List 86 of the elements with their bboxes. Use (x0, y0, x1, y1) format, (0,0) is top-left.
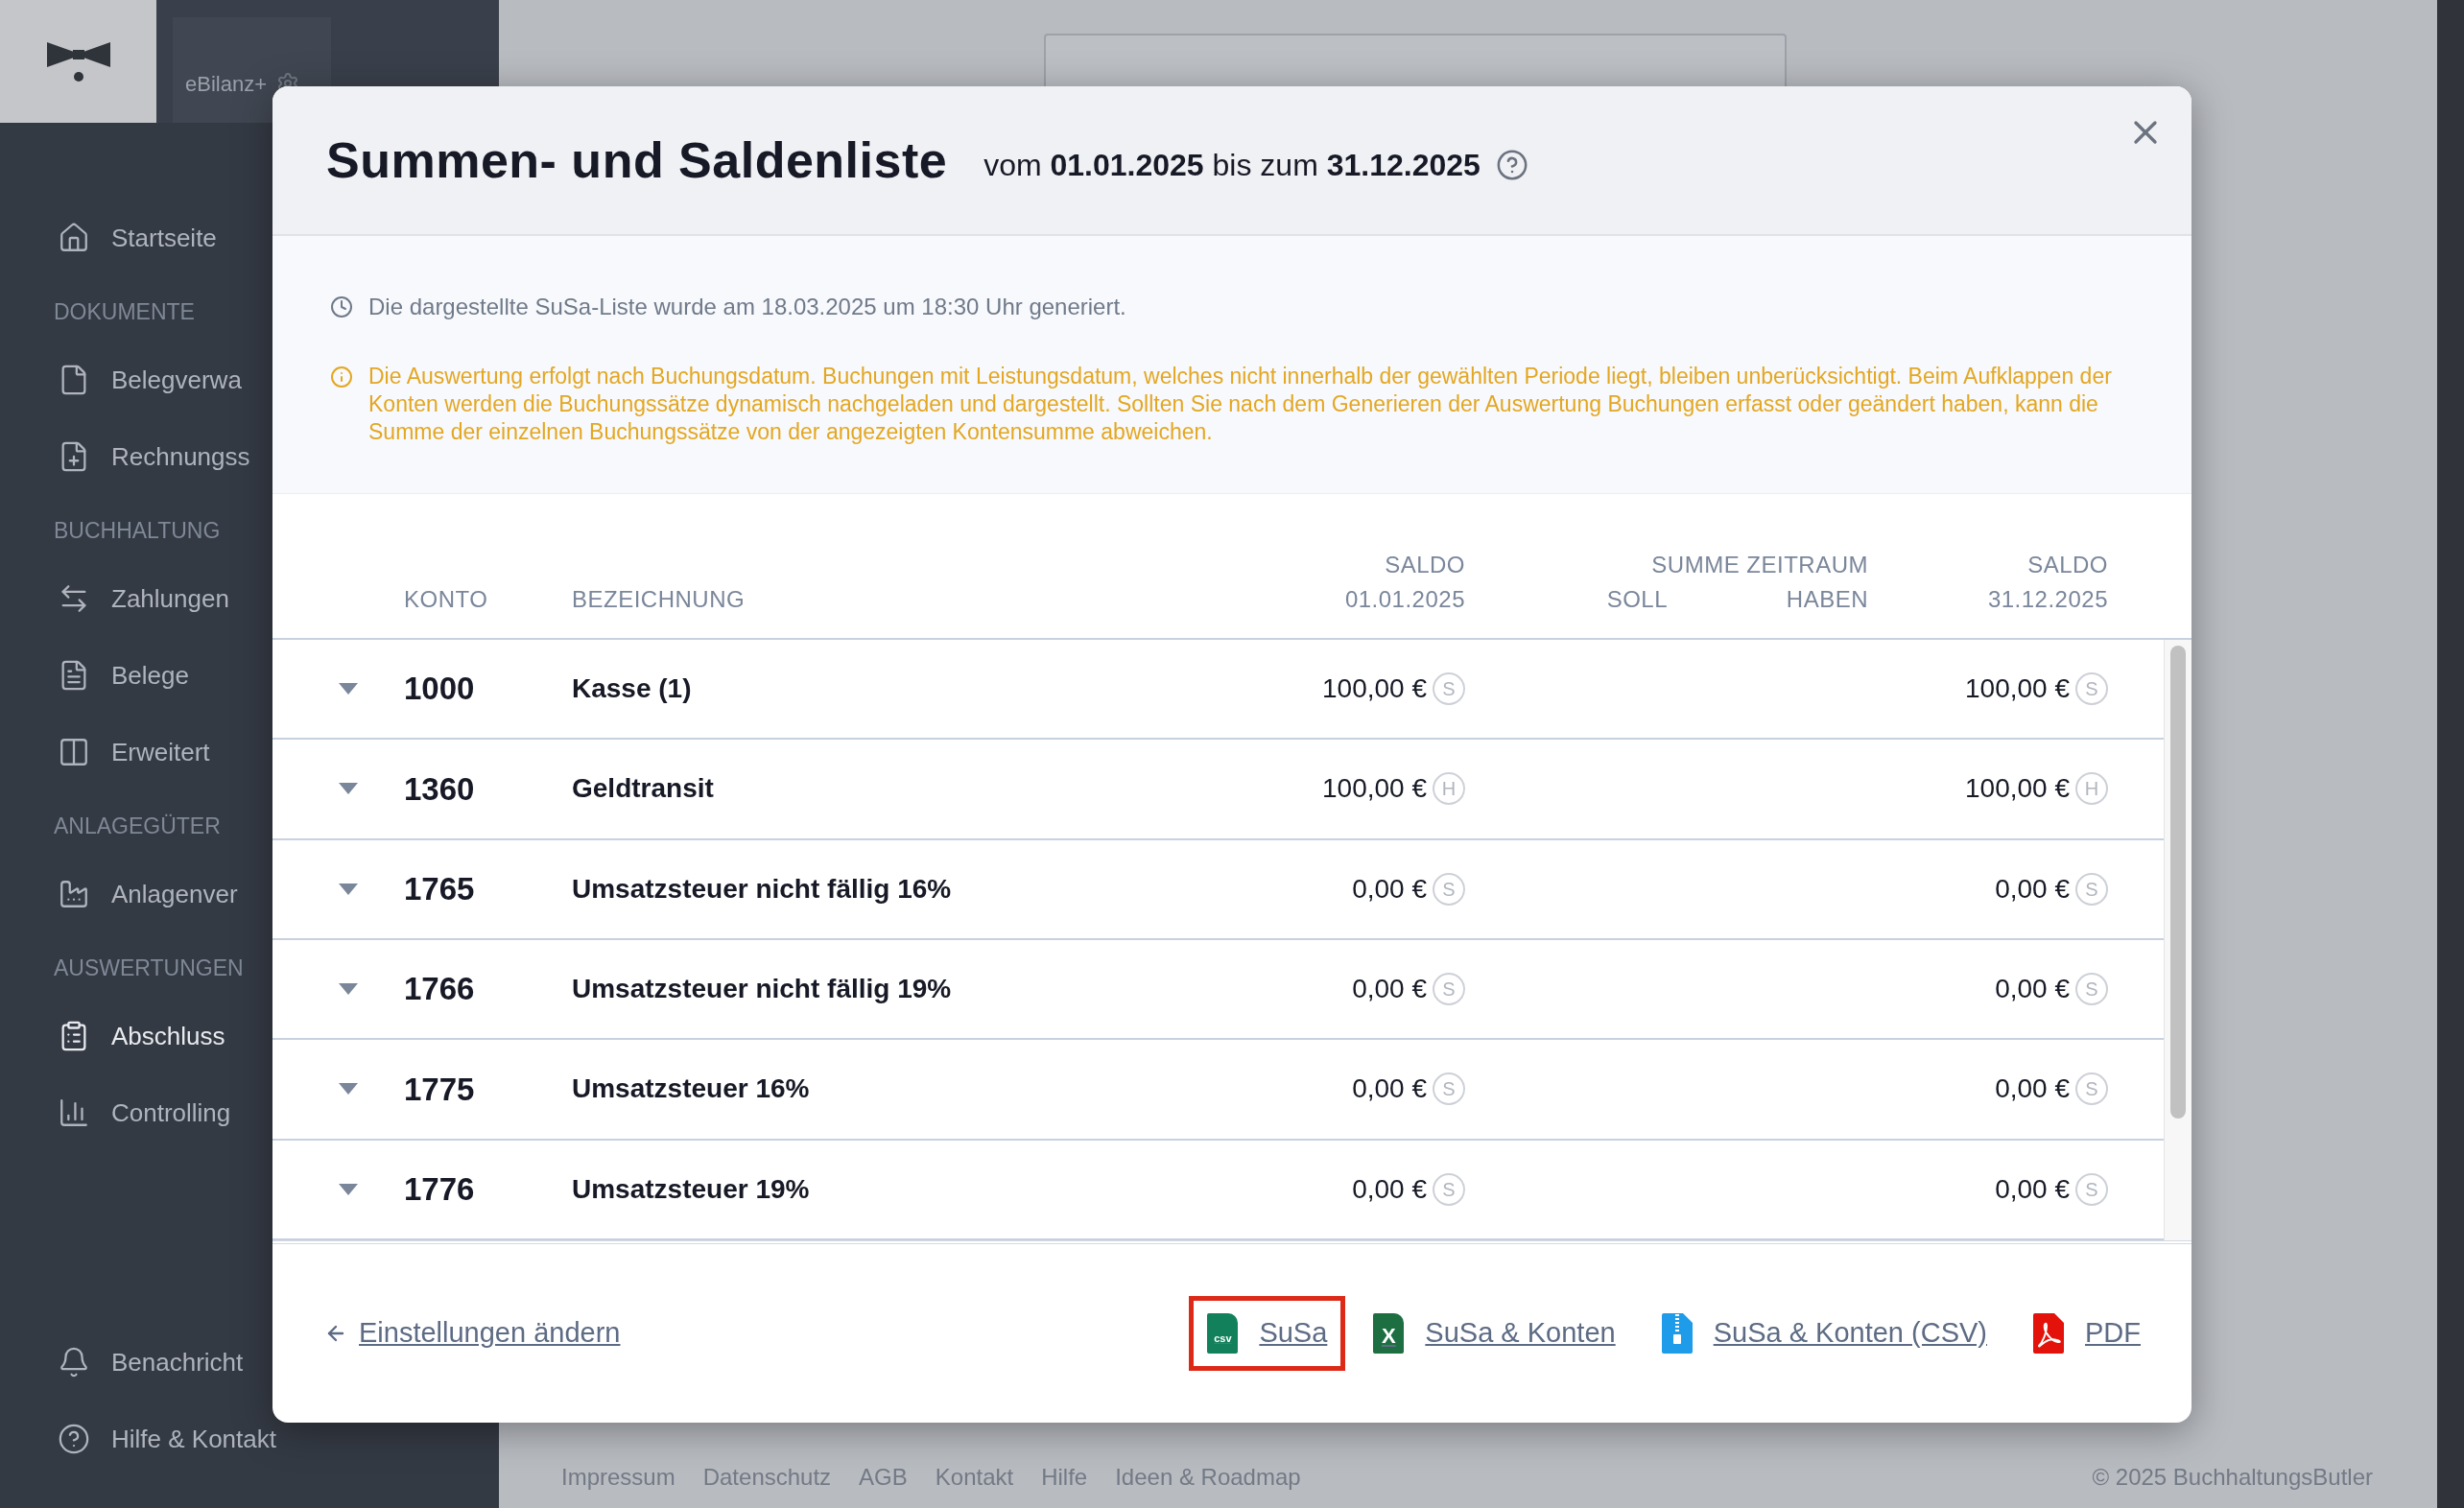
amount-text: 0,00 € (1352, 1072, 1427, 1106)
clock-icon (330, 295, 353, 318)
home-icon (58, 222, 90, 254)
balance-side-badge: S (1433, 1072, 1465, 1106)
account-number: 1776 (404, 1170, 476, 1210)
pdf-file-icon (2033, 1313, 2064, 1354)
info-icon (330, 365, 353, 389)
info-text: Die dargestellte SuSa-Liste wurde am 18.03.2025 um 18:30 Uhr generiert. (368, 293, 1126, 321)
amount-text: 100,00 € (1965, 672, 2070, 706)
balance-side-badge: S (2075, 973, 2108, 1006)
amount-text: 100,00 € (1322, 772, 1427, 806)
balance-side-badge: S (1433, 672, 1465, 706)
section-heading: DOKUMENTE (54, 297, 195, 326)
account-number: 1765 (404, 870, 476, 909)
sidebar-item[interactable]: Hilfe & Kontakt (0, 1401, 499, 1477)
section-heading: ANLAGEGÜTER (54, 812, 221, 840)
account-name: Umsatzsteuer nicht fällig 19% (572, 973, 953, 1006)
caret-icon[interactable] (339, 683, 358, 695)
balance-side-badge: S (1433, 872, 1465, 906)
balance-side-badge: S (1433, 1172, 1465, 1206)
factory-icon (58, 878, 90, 910)
table-row[interactable]: 1000 Kasse (1) 100,00 € S 100,00 € S (272, 640, 2164, 741)
download-link[interactable]: SuSa & Konten (CSV) (1643, 1296, 2005, 1371)
caret-icon[interactable] (339, 1083, 358, 1096)
section-heading: AUSWERTUNGEN (54, 954, 244, 982)
zip-file-icon (1661, 1313, 1693, 1354)
table-row[interactable]: 1766 Umsatzsteuer nicht fällig 19% 0,00 € S 0,00 € S (272, 940, 2164, 1041)
amount-text: 100,00 € (1322, 672, 1427, 706)
balance-side-badge: S (2075, 1172, 2108, 1206)
account-number: 1766 (404, 970, 476, 1009)
table-row[interactable]: 1765 Umsatzsteuer nicht fällig 16% 0,00 € S 0,00 € S (272, 839, 2164, 940)
bowtie-logo-icon (46, 40, 110, 82)
download-link[interactable]: X SuSa & Konten (1355, 1296, 1634, 1371)
amount-text: 0,00 € (1352, 973, 1427, 1006)
column-header: KONTO (404, 585, 489, 614)
download-link[interactable]: PDF (2015, 1296, 2159, 1371)
sidebar-item[interactable]: Startseite (0, 200, 499, 276)
column-header: SOLL (1605, 585, 1668, 614)
amount-text: 0,00 € (1352, 1172, 1427, 1206)
columns-icon (58, 736, 90, 768)
caret-icon[interactable] (339, 783, 358, 795)
column-header: BEZEICHNUNG (572, 585, 746, 614)
caret-icon[interactable] (339, 1183, 358, 1195)
account-name: Umsatzsteuer nicht fällig 16% (572, 872, 953, 906)
column-header: SALDO 31.12.2025 (1986, 551, 2108, 614)
back-link[interactable]: Einstellungen ändern (324, 1312, 621, 1355)
column-header: HABEN (1785, 585, 1868, 614)
balance-side-badge: S (1433, 973, 1465, 1006)
account-name: Geldtransit (572, 772, 715, 806)
amount-text: 0,00 € (1995, 1172, 2070, 1206)
amount-text: 0,00 € (1352, 872, 1427, 906)
dialog-title: Summen- und Saldenliste (326, 131, 948, 190)
table-row[interactable]: 1775 Umsatzsteuer 16% 0,00 € S 0,00 € S (272, 1040, 2164, 1141)
csv-file-icon: csv (1207, 1313, 1239, 1354)
download-link[interactable]: csv SuSa (1189, 1296, 1346, 1371)
spreadsheet-file-icon: X (1373, 1313, 1405, 1354)
period-text: vom 01.01.2025 bis zum 31.12.2025 (983, 147, 1481, 184)
account-name: Umsatzsteuer 16% (572, 1072, 811, 1106)
amount-text: 100,00 € (1965, 772, 2070, 806)
column-header: SUMME ZEITRAUM (1651, 551, 1868, 579)
amount-text: 0,00 € (1995, 872, 2070, 906)
amount-text: 0,00 € (1995, 1072, 2070, 1106)
balance-side-badge: H (1433, 772, 1465, 806)
account-name: Umsatzsteuer 19% (572, 1172, 811, 1206)
account-name: Kasse (1) (572, 672, 693, 706)
table-row[interactable]: 1776 Umsatzsteuer 19% 0,00 € S 0,00 € S (272, 1140, 2164, 1240)
balance-side-badge: S (2075, 1072, 2108, 1106)
column-header: SALDO 01.01.2025 (1343, 551, 1465, 614)
amount-text: 0,00 € (1995, 973, 2070, 1006)
help-icon[interactable] (1495, 149, 1528, 181)
account-number: 1360 (404, 769, 476, 809)
bar-chart-icon (58, 1096, 90, 1129)
section-heading: BUCHHALTUNG (54, 516, 221, 545)
bell-icon (58, 1346, 90, 1378)
help-icon (58, 1423, 90, 1455)
table-row[interactable]: 1360 Geldtransit 100,00 € H 100,00 € H (272, 740, 2164, 840)
copyright-text: © 2025 BuchhaltungsButler (2092, 1463, 2373, 1492)
account-number: 1775 (404, 1070, 476, 1109)
balance-side-badge: S (2075, 872, 2108, 906)
scrollbar-thumb[interactable] (2170, 646, 2186, 1119)
account-number: 1000 (404, 670, 476, 709)
caret-icon[interactable] (339, 883, 358, 895)
balance-side-badge: H (2075, 772, 2108, 806)
balance-side-badge: S (2075, 672, 2108, 706)
caret-icon[interactable] (339, 983, 358, 996)
warning-text: Die Auswertung erfolgt nach Buchungsdatum. Buchungen mit Leistungsdatum, welches nicht innerhalb der gewählten Periode liegt, bleiben unberücksichtigt. Beim Aufklappen der Konten werden die Buchungssätze dynamisch nachgeladen und dargestellt. Sollten Sie nach dem Generieren der Auswertung Buchungen erfasst oder geändert haben, kann die Summe der einzelnen Buchungssätze von der angezeigten Kontensumme abweichen. (368, 363, 2113, 446)
